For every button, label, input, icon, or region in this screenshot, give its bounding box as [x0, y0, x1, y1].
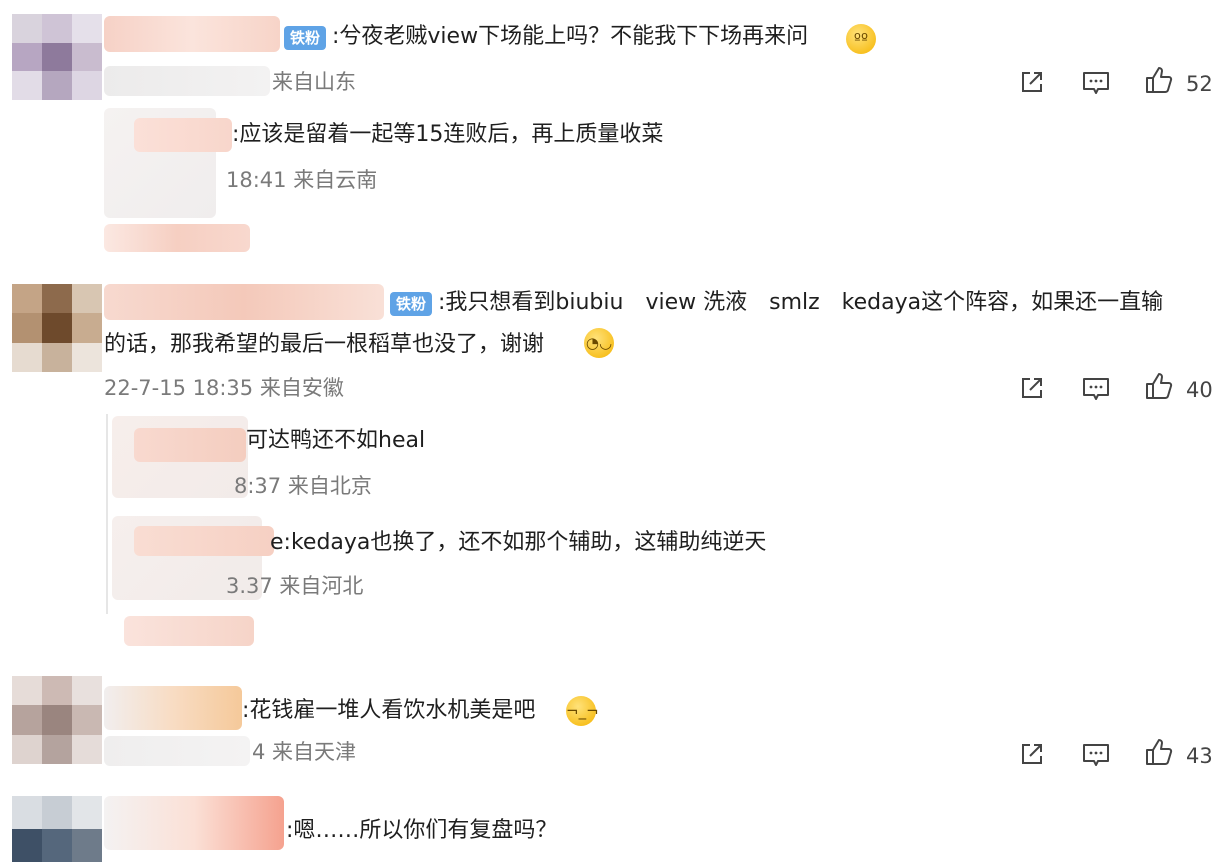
- emoji-icon: ¬_¬: [566, 696, 599, 726]
- comment-icon[interactable]: [1080, 372, 1112, 404]
- comment-text: :兮夜老贼view下场能上吗？不能我下下场再来问: [332, 24, 809, 49]
- timestamp-blur: [104, 66, 270, 96]
- username[interactable]: [104, 796, 284, 850]
- thumbs-up-icon[interactable]: [1143, 736, 1175, 768]
- fan-badge: 铁粉: [390, 292, 433, 316]
- reply-meta: 3.37 来自河北: [226, 574, 364, 598]
- comment-meta: 4 来自天津: [252, 740, 357, 764]
- share-icon[interactable]: [1016, 738, 1048, 770]
- comment-icon[interactable]: [1080, 66, 1112, 98]
- reply-username[interactable]: [134, 428, 246, 462]
- reply-username[interactable]: [134, 526, 274, 556]
- reply-text: 可达鸭还不如heal: [246, 428, 426, 453]
- username[interactable]: [104, 16, 280, 52]
- avatar[interactable]: [12, 14, 102, 100]
- emoji-icon: ◔◡: [584, 328, 614, 358]
- comment-meta: 22-7-15 18:35 来自安徽: [104, 376, 344, 400]
- comment-meta: 来自山东: [272, 70, 356, 94]
- like-count: 52: [1186, 72, 1213, 96]
- username[interactable]: [104, 686, 242, 730]
- avatar[interactable]: [12, 796, 102, 862]
- reply-meta: 8:37 来自北京: [234, 474, 372, 498]
- share-icon[interactable]: [1016, 66, 1048, 98]
- emoji-icon: ºº: [846, 24, 876, 54]
- reply-username[interactable]: [134, 118, 232, 152]
- comment-text-line2: 的话，那我希望的最后一根稻草也没了，谢谢: [104, 332, 545, 357]
- reply-text: :应该是留着一起等15连败后，再上质量收菜: [232, 122, 664, 147]
- timestamp-blur: [104, 736, 250, 766]
- like-count: 40: [1186, 378, 1213, 402]
- thumbs-up-icon[interactable]: [1143, 370, 1175, 402]
- comment-text: :花钱雇一堆人看饮水机美是吧: [242, 698, 536, 723]
- comment-text-line1: :我只想看到biubiu view 洗液 smlz kedaya这个阵容，如果还…: [438, 290, 1164, 315]
- more-replies-link[interactable]: [104, 224, 250, 252]
- avatar[interactable]: [12, 676, 102, 764]
- fan-badge: 铁粉: [284, 26, 327, 50]
- username[interactable]: [104, 284, 384, 320]
- reply-text: e:kedaya也换了，还不如那个辅助，这辅助纯逆天: [270, 530, 767, 555]
- share-icon[interactable]: [1016, 372, 1048, 404]
- comment-icon[interactable]: [1080, 738, 1112, 770]
- comment-text: :嗯……所以你们有复盘吗？: [286, 818, 558, 843]
- reply-divider: [106, 414, 108, 614]
- thumbs-up-icon[interactable]: [1143, 64, 1175, 96]
- reply-meta: 18:41 来自云南: [226, 168, 378, 192]
- like-count: 43: [1186, 744, 1213, 768]
- more-replies-link[interactable]: [124, 616, 254, 646]
- avatar[interactable]: [12, 284, 102, 372]
